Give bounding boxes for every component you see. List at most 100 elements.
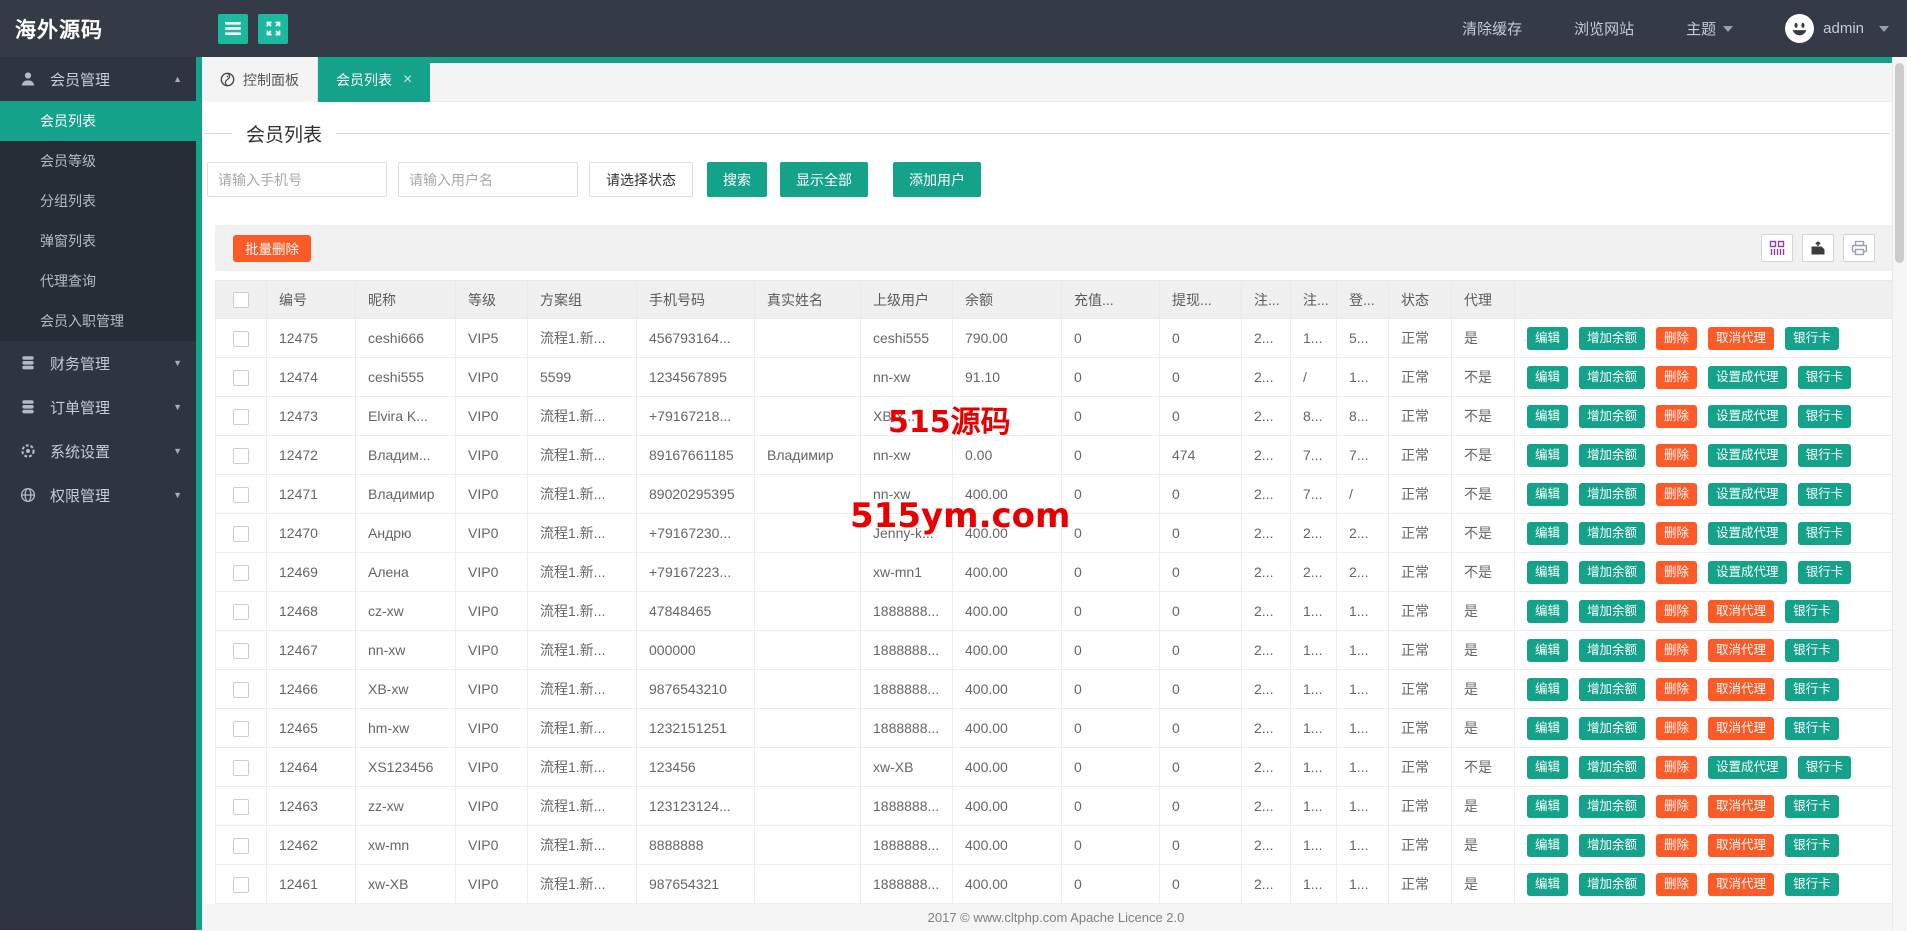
edit-button[interactable]: 编辑: [1527, 678, 1568, 701]
delete-button[interactable]: 删除: [1656, 600, 1697, 623]
edit-button[interactable]: 编辑: [1527, 834, 1568, 857]
row-checkbox[interactable]: [233, 799, 249, 815]
delete-button[interactable]: 删除: [1656, 717, 1697, 740]
add-balance-button[interactable]: 增加余额: [1579, 483, 1645, 506]
edit-button[interactable]: 编辑: [1527, 639, 1568, 662]
sidebar-item-member-entry[interactable]: 会员入职管理: [0, 301, 196, 341]
row-checkbox[interactable]: [233, 838, 249, 854]
edit-button[interactable]: 编辑: [1527, 600, 1568, 623]
add-balance-button[interactable]: 增加余额: [1579, 639, 1645, 662]
row-checkbox[interactable]: [233, 682, 249, 698]
row-checkbox[interactable]: [233, 487, 249, 503]
batch-delete-button[interactable]: 批量删除: [233, 235, 311, 262]
row-checkbox[interactable]: [233, 448, 249, 464]
bank-card-button[interactable]: 银行卡: [1798, 483, 1852, 506]
select-all-checkbox[interactable]: [233, 292, 249, 308]
delete-button[interactable]: 删除: [1656, 873, 1697, 896]
cancel-agent-button[interactable]: 取消代理: [1708, 717, 1774, 740]
user-menu[interactable]: admin: [1785, 14, 1889, 43]
add-balance-button[interactable]: 增加余额: [1579, 444, 1645, 467]
edit-button[interactable]: 编辑: [1527, 483, 1568, 506]
set-agent-button[interactable]: 设置成代理: [1708, 366, 1787, 389]
cancel-agent-button[interactable]: 取消代理: [1708, 678, 1774, 701]
bank-card-button[interactable]: 银行卡: [1798, 405, 1852, 428]
close-icon[interactable]: ×: [403, 72, 412, 88]
edit-button[interactable]: 编辑: [1527, 873, 1568, 896]
row-checkbox[interactable]: [233, 409, 249, 425]
edit-button[interactable]: 编辑: [1527, 756, 1568, 779]
bank-card-button[interactable]: 银行卡: [1785, 327, 1839, 350]
bank-card-button[interactable]: 银行卡: [1785, 639, 1839, 662]
row-checkbox[interactable]: [233, 604, 249, 620]
row-checkbox[interactable]: [233, 565, 249, 581]
bank-card-button[interactable]: 银行卡: [1785, 873, 1839, 896]
add-balance-button[interactable]: 增加余额: [1579, 717, 1645, 740]
delete-button[interactable]: 删除: [1656, 483, 1697, 506]
bank-card-button[interactable]: 银行卡: [1798, 561, 1852, 584]
row-checkbox[interactable]: [233, 877, 249, 893]
search-button[interactable]: 搜索: [707, 162, 767, 197]
tab-member-list[interactable]: 会员列表×: [318, 57, 430, 102]
add-balance-button[interactable]: 增加余额: [1579, 327, 1645, 350]
bank-card-button[interactable]: 银行卡: [1798, 444, 1852, 467]
edit-button[interactable]: 编辑: [1527, 366, 1568, 389]
delete-button[interactable]: 删除: [1656, 522, 1697, 545]
add-balance-button[interactable]: 增加余额: [1579, 366, 1645, 389]
sidebar-item-system[interactable]: 系统设置▼: [0, 429, 196, 473]
bank-card-button[interactable]: 银行卡: [1798, 522, 1852, 545]
show-all-button[interactable]: 显示全部: [780, 162, 868, 197]
cancel-agent-button[interactable]: 取消代理: [1708, 834, 1774, 857]
bank-card-button[interactable]: 银行卡: [1785, 678, 1839, 701]
delete-button[interactable]: 删除: [1656, 795, 1697, 818]
row-checkbox[interactable]: [233, 643, 249, 659]
columns-icon[interactable]: [1761, 234, 1793, 262]
export-icon[interactable]: [1802, 234, 1834, 262]
edit-button[interactable]: 编辑: [1527, 795, 1568, 818]
cancel-agent-button[interactable]: 取消代理: [1708, 639, 1774, 662]
clear-cache-link[interactable]: 清除缓存: [1462, 18, 1522, 39]
status-select[interactable]: 请选择状态: [589, 162, 693, 197]
delete-button[interactable]: 删除: [1656, 678, 1697, 701]
add-balance-button[interactable]: 增加余额: [1579, 834, 1645, 857]
delete-button[interactable]: 删除: [1656, 327, 1697, 350]
set-agent-button[interactable]: 设置成代理: [1708, 444, 1787, 467]
bank-card-button[interactable]: 银行卡: [1785, 600, 1839, 623]
cancel-agent-button[interactable]: 取消代理: [1708, 873, 1774, 896]
set-agent-button[interactable]: 设置成代理: [1708, 483, 1787, 506]
cancel-agent-button[interactable]: 取消代理: [1708, 795, 1774, 818]
delete-button[interactable]: 删除: [1656, 756, 1697, 779]
print-icon[interactable]: [1843, 234, 1875, 262]
set-agent-button[interactable]: 设置成代理: [1708, 522, 1787, 545]
set-agent-button[interactable]: 设置成代理: [1708, 405, 1787, 428]
bank-card-button[interactable]: 银行卡: [1785, 717, 1839, 740]
sidebar-item-member-list[interactable]: 会员列表: [0, 101, 196, 141]
cancel-agent-button[interactable]: 取消代理: [1708, 327, 1774, 350]
edit-button[interactable]: 编辑: [1527, 444, 1568, 467]
delete-button[interactable]: 删除: [1656, 405, 1697, 428]
fullscreen-button[interactable]: [258, 14, 288, 44]
bank-card-button[interactable]: 银行卡: [1785, 834, 1839, 857]
bank-card-button[interactable]: 银行卡: [1798, 756, 1852, 779]
tab-dashboard[interactable]: 控制面板: [202, 57, 318, 102]
browse-site-link[interactable]: 浏览网站: [1574, 18, 1634, 39]
add-balance-button[interactable]: 增加余额: [1579, 756, 1645, 779]
sidebar-item-orders[interactable]: 订单管理▼: [0, 385, 196, 429]
sidebar-item-group-list[interactable]: 分组列表: [0, 181, 196, 221]
vertical-scrollbar[interactable]: [1892, 57, 1907, 930]
sidebar-item-popup-list[interactable]: 弹窗列表: [0, 221, 196, 261]
scrollbar-thumb[interactable]: [1895, 63, 1904, 263]
sidebar-item-members[interactable]: 会员管理▲: [0, 57, 196, 101]
cancel-agent-button[interactable]: 取消代理: [1708, 600, 1774, 623]
delete-button[interactable]: 删除: [1656, 561, 1697, 584]
add-balance-button[interactable]: 增加余额: [1579, 561, 1645, 584]
row-checkbox[interactable]: [233, 526, 249, 542]
add-balance-button[interactable]: 增加余额: [1579, 795, 1645, 818]
add-balance-button[interactable]: 增加余额: [1579, 405, 1645, 428]
row-checkbox[interactable]: [233, 760, 249, 776]
edit-button[interactable]: 编辑: [1527, 327, 1568, 350]
row-checkbox[interactable]: [233, 721, 249, 737]
edit-button[interactable]: 编辑: [1527, 561, 1568, 584]
sidebar-toggle-button[interactable]: [218, 14, 248, 44]
delete-button[interactable]: 删除: [1656, 366, 1697, 389]
phone-input[interactable]: [207, 162, 387, 197]
